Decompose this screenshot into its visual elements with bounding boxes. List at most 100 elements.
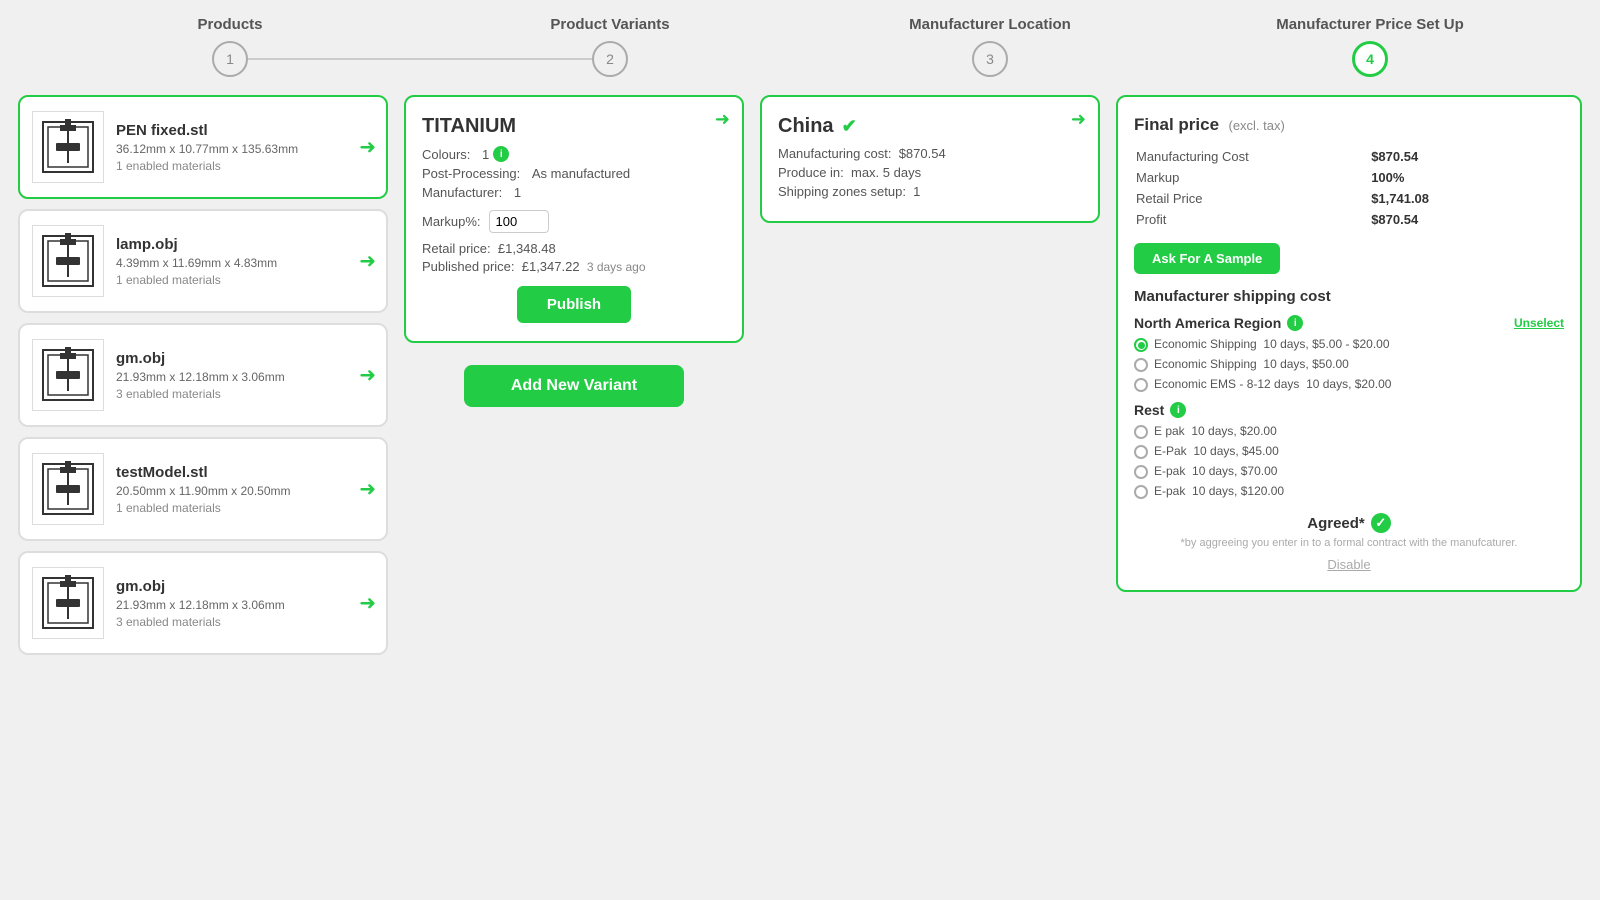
step-4: Manufacturer Price Set Up xyxy=(1180,16,1560,33)
product-name-1: PEN fixed.stl xyxy=(116,122,374,139)
main-content: PEN fixed.stl 36.12mm x 10.77mm x 135.63… xyxy=(0,85,1600,675)
rest-option-0[interactable]: E pak 10 days, $20.00 xyxy=(1134,424,1564,439)
step-circle-4: 4 xyxy=(1352,41,1388,77)
step-circle-1: 1 xyxy=(212,41,248,77)
product-card-3[interactable]: gm.obj 21.93mm x 12.18mm x 3.06mm 3 enab… xyxy=(18,323,388,427)
rest-option-1[interactable]: E-Pak 10 days, $45.00 xyxy=(1134,444,1564,459)
postprocess-value: As manufactured xyxy=(532,166,630,181)
colours-value: 1 xyxy=(482,147,489,162)
rest-opt-1: E-Pak 10 days, $45.00 xyxy=(1154,444,1279,458)
product-dims-4: 20.50mm x 11.90mm x 20.50mm xyxy=(116,484,374,498)
rest-option-2[interactable]: E-pak 10 days, $70.00 xyxy=(1134,464,1564,479)
step-3: Manufacturer Location xyxy=(800,16,1180,33)
location-check-icon: ✔ xyxy=(842,116,857,137)
mfg-cost-row: Manufacturing cost: $870.54 xyxy=(778,146,1082,161)
location-name: China xyxy=(778,115,834,138)
variant-column: ➜ TITANIUM Colours: 1 i Post-Processing:… xyxy=(404,95,744,419)
price-row-label-1: Markup xyxy=(1136,168,1369,187)
rest-opt-2: E-pak 10 days, $70.00 xyxy=(1154,464,1277,478)
product-name-4: testModel.stl xyxy=(116,464,374,481)
rest-info-icon[interactable]: i xyxy=(1170,402,1186,418)
price-row-label-2: Retail Price xyxy=(1136,189,1369,208)
variant-postprocess-row: Post-Processing: As manufactured xyxy=(422,166,726,181)
shipping-title: Manufacturer shipping cost xyxy=(1134,288,1564,305)
shipping-option-na-2[interactable]: Economic EMS - 8-12 days 10 days, $20.00 xyxy=(1134,377,1564,392)
price-setup-column: Final price (excl. tax) Manufacturing Co… xyxy=(1116,95,1582,592)
location-title: China ✔ xyxy=(778,115,1082,138)
add-variant-button[interactable]: Add New Variant xyxy=(464,365,684,407)
product-thumb-4 xyxy=(32,453,104,525)
publish-button[interactable]: Publish xyxy=(517,286,631,323)
north-america-info-icon[interactable]: i xyxy=(1287,315,1303,331)
product-thumb-5 xyxy=(32,567,104,639)
product-dims-5: 21.93mm x 12.18mm x 3.06mm xyxy=(116,598,374,612)
product-info-5: gm.obj 21.93mm x 12.18mm x 3.06mm 3 enab… xyxy=(116,578,374,629)
unselect-link[interactable]: Unselect xyxy=(1514,316,1564,330)
variant-mfr-row: Manufacturer: 1 xyxy=(422,185,726,200)
price-card: Final price (excl. tax) Manufacturing Co… xyxy=(1116,95,1582,592)
product-card-2[interactable]: lamp.obj 4.39mm x 11.69mm x 4.83mm 1 ena… xyxy=(18,209,388,313)
disable-link[interactable]: Disable xyxy=(1134,557,1564,572)
step-2: Product Variants xyxy=(420,16,800,33)
rest-opt-0: E pak 10 days, $20.00 xyxy=(1154,424,1277,438)
published-label: Published price: xyxy=(422,259,515,274)
product-mats-2: 1 enabled materials xyxy=(116,273,374,287)
product-thumb-2 xyxy=(32,225,104,297)
produce-value: max. 5 days xyxy=(851,165,921,180)
markup-input[interactable] xyxy=(489,210,549,233)
agreed-note: *by aggreeing you enter in to a formal c… xyxy=(1134,537,1564,549)
product-info-3: gm.obj 21.93mm x 12.18mm x 3.06mm 3 enab… xyxy=(116,350,374,401)
rest-label: Rest xyxy=(1134,402,1164,418)
north-america-region-title: North America Region i Unselect xyxy=(1134,315,1564,331)
variant-title: TITANIUM xyxy=(422,115,726,138)
step-4-label: Manufacturer Price Set Up xyxy=(1276,16,1464,33)
products-column: PEN fixed.stl 36.12mm x 10.77mm x 135.63… xyxy=(18,95,388,665)
product-mats-3: 3 enabled materials xyxy=(116,387,374,401)
produce-row: Produce in: max. 5 days xyxy=(778,165,1082,180)
product-arrow-5: ➜ xyxy=(359,591,376,616)
product-arrow-2: ➜ xyxy=(359,249,376,274)
stepper: Products Product Variants Manufacturer L… xyxy=(0,0,1600,85)
product-arrow-3: ➜ xyxy=(359,363,376,388)
mfg-cost-value: $870.54 xyxy=(899,146,946,161)
rest-option-3[interactable]: E-pak 10 days, $120.00 xyxy=(1134,484,1564,499)
variant-nav-arrow[interactable]: ➜ xyxy=(715,109,730,130)
product-card-5[interactable]: gm.obj 21.93mm x 12.18mm x 3.06mm 3 enab… xyxy=(18,551,388,655)
price-table: Manufacturing Cost $870.54 Markup 100% R… xyxy=(1134,145,1564,231)
price-row-label-3: Profit xyxy=(1136,210,1369,229)
step-3-label: Manufacturer Location xyxy=(909,16,1071,33)
product-info-2: lamp.obj 4.39mm x 11.69mm x 4.83mm 1 ena… xyxy=(116,236,374,287)
product-info-4: testModel.stl 20.50mm x 11.90mm x 20.50m… xyxy=(116,464,374,515)
location-nav-arrow[interactable]: ➜ xyxy=(1071,109,1086,130)
product-card-1[interactable]: PEN fixed.stl 36.12mm x 10.77mm x 135.63… xyxy=(18,95,388,199)
shipping-zones-row: Shipping zones setup: 1 xyxy=(778,184,1082,199)
ask-sample-button[interactable]: Ask For A Sample xyxy=(1134,243,1280,274)
product-card-4[interactable]: testModel.stl 20.50mm x 11.90mm x 20.50m… xyxy=(18,437,388,541)
na-option-1-label: Economic Shipping 10 days, $50.00 xyxy=(1154,357,1349,371)
shipping-option-na-1[interactable]: Economic Shipping 10 days, $50.00 xyxy=(1134,357,1564,372)
variant-colours-row: Colours: 1 i xyxy=(422,146,726,162)
rest-region-title: Rest i xyxy=(1134,402,1564,418)
produce-label: Produce in: xyxy=(778,165,844,180)
price-row-value-2: $1,741.08 xyxy=(1371,189,1562,208)
price-row-0: Manufacturing Cost $870.54 xyxy=(1136,147,1562,166)
product-name-2: lamp.obj xyxy=(116,236,374,253)
product-mats-4: 1 enabled materials xyxy=(116,501,374,515)
final-price-title: Final price (excl. tax) xyxy=(1134,115,1564,135)
shipping-option-na-0[interactable]: Economic Shipping 10 days, $5.00 - $20.0… xyxy=(1134,337,1564,352)
agreed-label: Agreed* xyxy=(1307,515,1365,532)
colours-info-icon[interactable]: i xyxy=(493,146,509,162)
step-circle-3: 3 xyxy=(972,41,1008,77)
radio-rest-2 xyxy=(1134,465,1148,479)
product-arrow-1: ➜ xyxy=(359,135,376,160)
shipping-zones-label: Shipping zones setup: xyxy=(778,184,906,199)
published-price-row: Published price: £1,347.22 3 days ago xyxy=(422,259,726,274)
product-dims-3: 21.93mm x 12.18mm x 3.06mm xyxy=(116,370,374,384)
product-dims-2: 4.39mm x 11.69mm x 4.83mm xyxy=(116,256,374,270)
price-row-2: Retail Price $1,741.08 xyxy=(1136,189,1562,208)
colours-label: Colours: xyxy=(422,147,470,162)
product-mats-5: 3 enabled materials xyxy=(116,615,374,629)
step-2-label: Product Variants xyxy=(550,16,669,33)
markup-label: Markup%: xyxy=(422,214,481,229)
excl-tax-label: (excl. tax) xyxy=(1228,118,1284,133)
